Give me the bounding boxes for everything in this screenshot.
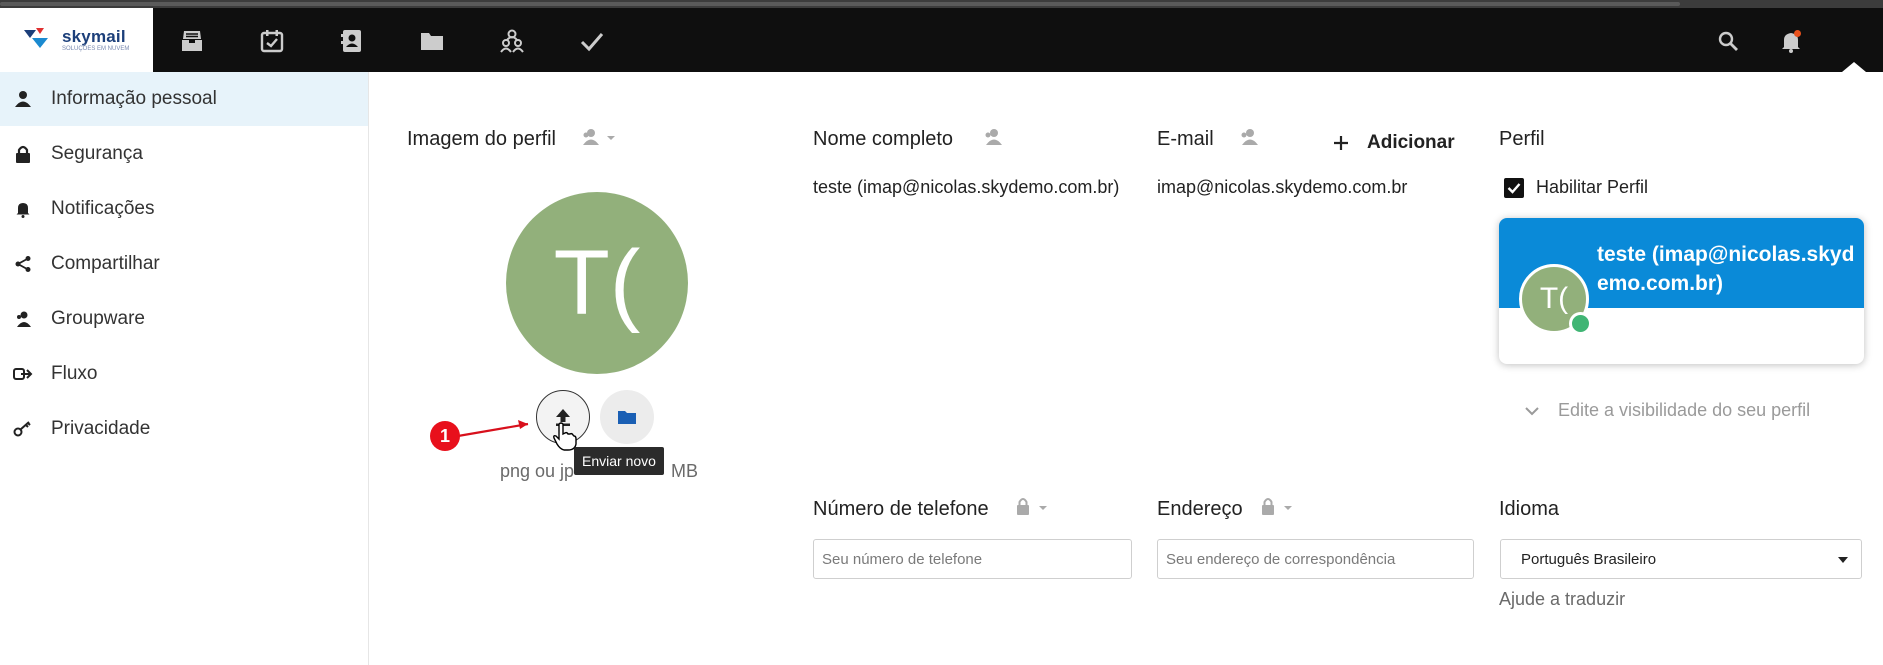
profile-card-name: teste (imap@nicolas.skydemo.com.br)	[1597, 243, 1855, 295]
calendar-icon[interactable]	[259, 28, 285, 54]
avatar-initials: T(	[553, 231, 641, 334]
sidebar-item-label: Notificações	[51, 198, 155, 219]
upload-hint-right: MB	[671, 461, 698, 481]
profile-image-visibility-dropdown[interactable]	[582, 128, 618, 148]
address-input[interactable]	[1157, 539, 1474, 579]
search-icon[interactable]	[1715, 28, 1741, 54]
user-icon	[13, 89, 33, 109]
lock-visibility-icon	[1017, 498, 1047, 515]
folder-icon	[618, 411, 636, 424]
edit-profile-visibility-link[interactable]: Edite a visibilidade do seu perfil	[1524, 400, 1810, 421]
sidebar-item-label: Informação pessoal	[51, 88, 217, 109]
profile-preview-card[interactable]: teste (imap@nicolas.skydemo.com.br) T(	[1499, 218, 1864, 364]
phone-input[interactable]	[813, 539, 1132, 579]
full-name-value[interactable]: teste (imap@nicolas.skydemo.com.br)	[813, 177, 1119, 198]
annotation-marker: 1	[430, 421, 460, 451]
logo-text: skymail	[62, 27, 126, 46]
help-translate-link[interactable]: Ajude a traduzir	[1499, 589, 1625, 610]
language-selected: Português Brasileiro	[1521, 550, 1657, 568]
bell-icon	[13, 199, 33, 219]
plus-icon	[1334, 136, 1348, 150]
app-logo[interactable]: skymail SOLUÇÕES EM NUVEM	[0, 8, 153, 72]
add-email-label: Adicionar	[1367, 132, 1455, 153]
add-email-button[interactable]: Adicionar	[1332, 132, 1455, 154]
share-icon	[13, 254, 33, 274]
choose-from-files-button[interactable]	[600, 390, 654, 444]
files-icon[interactable]	[419, 28, 445, 54]
address-label: Endereço	[1157, 498, 1243, 520]
full-name-label: Nome completo	[813, 128, 954, 150]
sidebar-item-compartilhar[interactable]: Compartilhar	[0, 237, 368, 291]
profile-image-label: Imagem do perfil	[407, 128, 556, 150]
notifications-icon[interactable]	[1778, 28, 1804, 54]
check-icon	[1507, 183, 1521, 194]
top-header: skymail SOLUÇÕES EM NUVEM	[0, 8, 1883, 72]
logo-subtext: SOLUÇÕES EM NUVEM	[62, 46, 130, 52]
upload-hint-left: png ou jp	[500, 461, 575, 481]
sidebar-item-label: Privacidade	[51, 418, 151, 439]
tasks-icon[interactable]	[579, 28, 605, 54]
mail-icon[interactable]	[179, 28, 205, 54]
sidebar-item-label: Groupware	[51, 308, 145, 329]
email-visibility-icon[interactable]	[1239, 128, 1259, 148]
sidebar-item-fluxo[interactable]: Fluxo	[0, 347, 368, 401]
lock-icon	[13, 144, 33, 164]
sidebar-item-label: Segurança	[51, 143, 143, 164]
browser-scrollbar	[0, 2, 1680, 6]
key-icon	[13, 419, 33, 439]
phone-label: Número de telefone	[813, 498, 989, 520]
email-label: E-mail	[1157, 128, 1214, 150]
chevron-down-icon	[1525, 406, 1539, 415]
phone-visibility-dropdown[interactable]	[1015, 496, 1051, 518]
sidebar-item-label: Compartilhar	[51, 253, 160, 274]
header-caret	[1842, 62, 1866, 72]
address-visibility-dropdown[interactable]	[1260, 496, 1296, 518]
sidebar-item-privacidade[interactable]: Privacidade	[0, 402, 368, 456]
sidebar-item-groupware[interactable]: Groupware	[0, 292, 368, 346]
online-status-dot	[1569, 312, 1592, 335]
settings-sidebar: Informação pessoal Segurança Notificaçõe…	[0, 72, 369, 665]
enable-profile-checkbox[interactable]	[1504, 178, 1524, 198]
language-label: Idioma	[1499, 498, 1560, 520]
enable-profile-label[interactable]: Habilitar Perfil	[1536, 177, 1648, 198]
notification-dot	[1794, 30, 1801, 37]
caret-down-icon	[1838, 557, 1848, 563]
browser-strip	[0, 0, 1883, 8]
contacts-visibility-icon	[583, 129, 615, 145]
sidebar-item-informacao-pessoal[interactable]: Informação pessoal	[0, 72, 368, 126]
email-value[interactable]: imap@nicolas.skydemo.com.br	[1157, 177, 1407, 198]
sidebar-item-notificacoes[interactable]: Notificações	[0, 182, 368, 236]
groupware-icon	[13, 309, 33, 329]
groups-icon[interactable]	[499, 28, 525, 54]
profile-avatar: T(	[506, 192, 688, 374]
profile-card-initials: T(	[1539, 282, 1569, 315]
contacts-icon[interactable]	[339, 28, 365, 54]
sidebar-item-seguranca[interactable]: Segurança	[0, 127, 368, 181]
full-name-visibility-icon[interactable]	[983, 128, 1003, 148]
flow-icon	[13, 364, 33, 384]
lock-visibility-icon	[1262, 498, 1292, 515]
profile-label: Perfil	[1499, 128, 1545, 150]
upload-tooltip: Enviar novo	[574, 447, 664, 475]
edit-profile-visibility-label: Edite a visibilidade do seu perfil	[1558, 400, 1811, 420]
sidebar-item-label: Fluxo	[51, 363, 98, 384]
language-select[interactable]: Português Brasileiro	[1500, 539, 1862, 579]
logo-mark-icon	[24, 28, 48, 48]
